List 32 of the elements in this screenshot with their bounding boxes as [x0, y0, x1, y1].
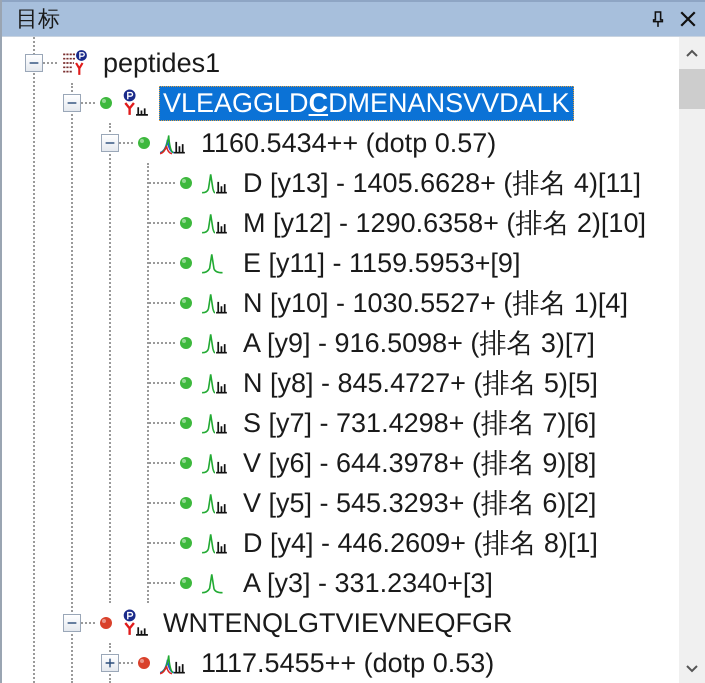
tree-item[interactable]: D [y4] - 446.2609+ (排名 8)[1] — [239, 523, 602, 563]
panel-title: 目标 — [16, 6, 60, 34]
tree-item[interactable]: 1117.5455++ (dotp 0.53) — [197, 646, 498, 680]
tree-item[interactable]: N [y8] - 845.4727+ (排名 5)[5] — [239, 363, 602, 403]
collapse-button[interactable] — [63, 614, 81, 632]
collapse-button[interactable] — [25, 54, 43, 72]
peptide-icon — [121, 609, 149, 637]
scrollbar[interactable] — [679, 37, 705, 683]
tree-item[interactable]: V [y5] - 545.3293+ (排名 6)[2] — [239, 483, 600, 523]
scroll-down-icon[interactable] — [684, 663, 700, 675]
tree-item[interactable]: VLEAGGLDCDMENANSVVDALK — [159, 86, 574, 120]
tree-item[interactable]: E [y11] - 1159.5953+[9] — [239, 246, 524, 280]
collapse-button[interactable] — [101, 134, 119, 152]
peptide-icon — [121, 89, 149, 117]
tree-item[interactable]: M [y12] - 1290.6358+ (排名 2)[10] — [239, 203, 650, 243]
tree-item[interactable]: N [y10] - 1030.5527+ (排名 1)[4] — [239, 283, 632, 323]
tree-item[interactable]: WNTENQLGTVIEVNEQFGR — [159, 606, 517, 640]
scroll-up-icon[interactable] — [684, 47, 700, 59]
tree-item[interactable]: D [y13] - 1405.6628+ (排名 4)[11] — [239, 163, 645, 203]
tree-item[interactable]: A [y3] - 331.2340+[3] — [239, 566, 497, 600]
tree-item[interactable]: 1160.5434++ (dotp 0.57) — [197, 126, 500, 160]
document-list-icon — [61, 49, 89, 77]
close-icon[interactable] — [679, 10, 697, 28]
expand-button[interactable] — [101, 654, 119, 672]
pin-icon[interactable] — [651, 9, 665, 29]
scroll-thumb[interactable] — [679, 69, 705, 109]
tree-item[interactable]: peptides1 — [99, 46, 224, 80]
tree-item[interactable]: V [y6] - 644.3978+ (排名 9)[8] — [239, 443, 600, 483]
tree-item[interactable]: A [y9] - 916.5098+ (排名 3)[7] — [239, 323, 599, 363]
plus-icon — [103, 656, 117, 670]
tree-item[interactable]: S [y7] - 731.4298+ (排名 7)[6] — [239, 403, 600, 443]
collapse-button[interactable] — [63, 94, 81, 112]
